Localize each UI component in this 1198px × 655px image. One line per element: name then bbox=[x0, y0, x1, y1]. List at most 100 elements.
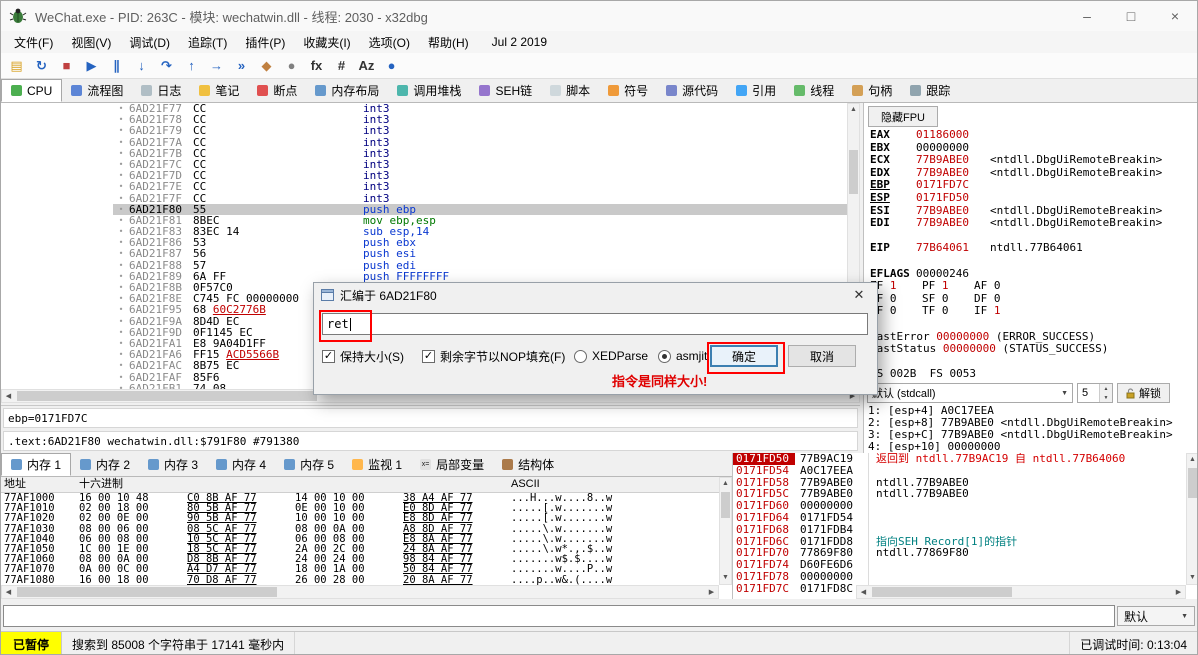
breakpoint-dot[interactable]: • bbox=[113, 304, 129, 315]
menu-options[interactable]: 选项(O) bbox=[360, 32, 419, 53]
scroll-right-icon[interactable]: ▶ bbox=[1172, 586, 1185, 598]
breakpoint-dot[interactable]: • bbox=[113, 316, 129, 327]
stack-value[interactable]: 0171FD54 bbox=[795, 512, 868, 524]
asmjit-radio[interactable]: asmjit bbox=[658, 345, 707, 367]
settings-icon[interactable]: ● bbox=[280, 55, 303, 76]
breakpoint-dot[interactable]: • bbox=[113, 260, 129, 271]
stack-value[interactable]: 0171FDB4 bbox=[795, 524, 868, 536]
argument-count-stepper[interactable]: 5 ▲▼ bbox=[1077, 383, 1113, 403]
breakpoint-dot[interactable]: • bbox=[113, 327, 129, 338]
step-over-icon[interactable]: ↷ bbox=[155, 55, 178, 76]
register-value[interactable]: 0171FD50 bbox=[916, 192, 990, 205]
command-input[interactable] bbox=[3, 605, 1115, 627]
command-mode-select[interactable]: 默认 ▼ bbox=[1117, 606, 1195, 626]
argument-row[interactable]: 4: [esp+10] 00000000 bbox=[868, 441, 1197, 453]
step-out-icon[interactable]: ↑ bbox=[180, 55, 203, 76]
dump-row[interactable]: 77AF10700A 00 0C 00A4 D7 AF 7718 00 1A 0… bbox=[1, 564, 732, 574]
ok-button[interactable]: 确定 bbox=[710, 345, 778, 367]
case-icon[interactable]: Az bbox=[355, 55, 378, 76]
open-file-icon[interactable]: ▤ bbox=[5, 55, 28, 76]
breakpoint-dot[interactable]: • bbox=[113, 237, 129, 248]
dump-vscrollbar[interactable]: ▲ ▼ bbox=[719, 477, 732, 585]
stack-row[interactable]: 0171FD7800000000 bbox=[733, 571, 1198, 583]
breakpoint-dot[interactable]: • bbox=[113, 193, 129, 204]
menu-trace[interactable]: 追踪(T) bbox=[179, 32, 236, 53]
cancel-button[interactable]: 取消 bbox=[788, 345, 856, 367]
disasm-row[interactable]: •6AD21F7FCCint3 bbox=[1, 193, 847, 204]
breakpoint-dot[interactable]: • bbox=[113, 248, 129, 259]
breakpoint-dot[interactable]: • bbox=[113, 137, 129, 148]
xedparse-radio[interactable]: XEDParse bbox=[574, 345, 648, 367]
register-row[interactable]: ECX77B9ABE0<ntdll.DbgUiRemoteBreakin> bbox=[870, 154, 1197, 167]
close-button[interactable]: × bbox=[1153, 1, 1197, 31]
tab-memory-4[interactable]: 内存 4 bbox=[207, 453, 275, 476]
breakpoint-dot[interactable]: • bbox=[113, 114, 129, 125]
disasm-row[interactable]: •6AD21F7CCCint3 bbox=[1, 159, 847, 170]
maximize-button[interactable]: □ bbox=[1109, 1, 1153, 31]
register-value[interactable]: 77B9ABE0 bbox=[916, 217, 990, 230]
pause-icon[interactable]: ∥ bbox=[105, 55, 128, 76]
breakpoint-dot[interactable]: • bbox=[113, 349, 129, 360]
breakpoint-dot[interactable]: • bbox=[113, 293, 129, 304]
breakpoint-dot[interactable]: • bbox=[113, 103, 129, 114]
disasm-row[interactable]: •6AD21F7DCCint3 bbox=[1, 170, 847, 181]
tab-struct[interactable]: 结构体 bbox=[493, 453, 563, 476]
menu-help[interactable]: 帮助(H) bbox=[419, 32, 478, 53]
disasm-row[interactable]: •6AD21F78CCint3 bbox=[1, 114, 847, 125]
tab-cpu[interactable]: CPU bbox=[1, 79, 62, 102]
tab-handles[interactable]: 句柄 bbox=[843, 79, 901, 102]
breakpoint-dot[interactable]: • bbox=[113, 204, 129, 215]
register-row[interactable]: EAX01186000 bbox=[870, 129, 1197, 142]
register-value[interactable]: 77B64061 bbox=[916, 242, 990, 255]
disasm-row[interactable]: •6AD21F8383EC 14sub esp,14 bbox=[1, 226, 847, 237]
compile-icon[interactable]: ● bbox=[380, 55, 403, 76]
breakpoint-dot[interactable]: • bbox=[113, 372, 129, 383]
dump-hscrollbar[interactable]: ◀ ▶ bbox=[1, 585, 719, 599]
patch-icon[interactable]: ◆ bbox=[255, 55, 278, 76]
tab-memory-1[interactable]: 内存 1 bbox=[1, 453, 71, 476]
disasm-row[interactable]: •6AD21F79CCint3 bbox=[1, 125, 847, 136]
breakpoint-dot[interactable]: • bbox=[113, 170, 129, 181]
register-value[interactable]: 01186000 bbox=[916, 129, 990, 142]
stack-pane[interactable]: 0171FD5077B9AC19返回到 ntdll.77B9AC19 自 ntd… bbox=[732, 453, 1198, 599]
step-into-icon[interactable]: ↓ bbox=[130, 55, 153, 76]
breakpoint-dot[interactable]: • bbox=[113, 226, 129, 237]
tab-call-stack[interactable]: 调用堆栈 bbox=[388, 79, 470, 102]
menu-plugins[interactable]: 插件(P) bbox=[236, 32, 294, 53]
run-icon[interactable]: ▶ bbox=[80, 55, 103, 76]
tab-graph[interactable]: 流程图 bbox=[62, 79, 132, 102]
tab-locals[interactable]: x=局部变量 bbox=[411, 453, 493, 476]
tab-references[interactable]: 引用 bbox=[727, 79, 785, 102]
register-row[interactable]: EDI77B9ABE0<ntdll.DbgUiRemoteBreakin> bbox=[870, 217, 1197, 230]
disasm-row[interactable]: •6AD21F7ECCint3 bbox=[1, 181, 847, 192]
spin-down-icon[interactable]: ▼ bbox=[1100, 393, 1112, 402]
tab-trace[interactable]: 跟踪 bbox=[901, 79, 959, 102]
stack-value[interactable]: A0C17EEA bbox=[795, 465, 868, 477]
assembly-input[interactable]: ret bbox=[322, 313, 868, 335]
breakpoint-dot[interactable]: • bbox=[113, 360, 129, 371]
breakpoint-dot[interactable]: • bbox=[113, 338, 129, 349]
scroll-right-icon[interactable]: ▶ bbox=[705, 586, 718, 598]
menu-debug[interactable]: 调试(D) bbox=[120, 32, 179, 53]
tab-notes[interactable]: 笔记 bbox=[190, 79, 248, 102]
disasm-row[interactable]: •6AD21F7ACCint3 bbox=[1, 137, 847, 148]
stack-vscrollbar[interactable]: ▲ ▼ bbox=[1186, 453, 1198, 585]
restart-icon[interactable]: ↻ bbox=[30, 55, 53, 76]
tab-seh[interactable]: SEH链 bbox=[470, 79, 541, 102]
stack-value[interactable]: 00000000 bbox=[795, 571, 868, 583]
scroll-up-icon[interactable]: ▲ bbox=[1187, 454, 1198, 466]
tab-log[interactable]: 日志 bbox=[132, 79, 190, 102]
menu-view[interactable]: 视图(V) bbox=[62, 32, 120, 53]
unlock-button[interactable]: 解锁 bbox=[1117, 383, 1170, 403]
stack-row[interactable]: 0171FD680171FDB4 bbox=[733, 524, 1198, 536]
stop-icon[interactable]: ■ bbox=[55, 55, 78, 76]
breakpoint-dot[interactable]: • bbox=[113, 125, 129, 136]
register-row[interactable]: EIP77B64061ntdll.77B64061 bbox=[870, 242, 1197, 255]
tab-source[interactable]: 源代码 bbox=[657, 79, 727, 102]
disasm-row[interactable]: •6AD21F77CCint3 bbox=[1, 103, 847, 114]
breakpoint-dot[interactable]: • bbox=[113, 215, 129, 226]
scroll-left-icon[interactable]: ◀ bbox=[2, 586, 15, 598]
stack-row[interactable]: 0171FD640171FD54 bbox=[733, 512, 1198, 524]
dump-row[interactable]: 77AF108016 00 18 0070 D8 AF 7726 00 28 0… bbox=[1, 575, 732, 585]
close-icon[interactable]: ✕ bbox=[848, 287, 870, 303]
